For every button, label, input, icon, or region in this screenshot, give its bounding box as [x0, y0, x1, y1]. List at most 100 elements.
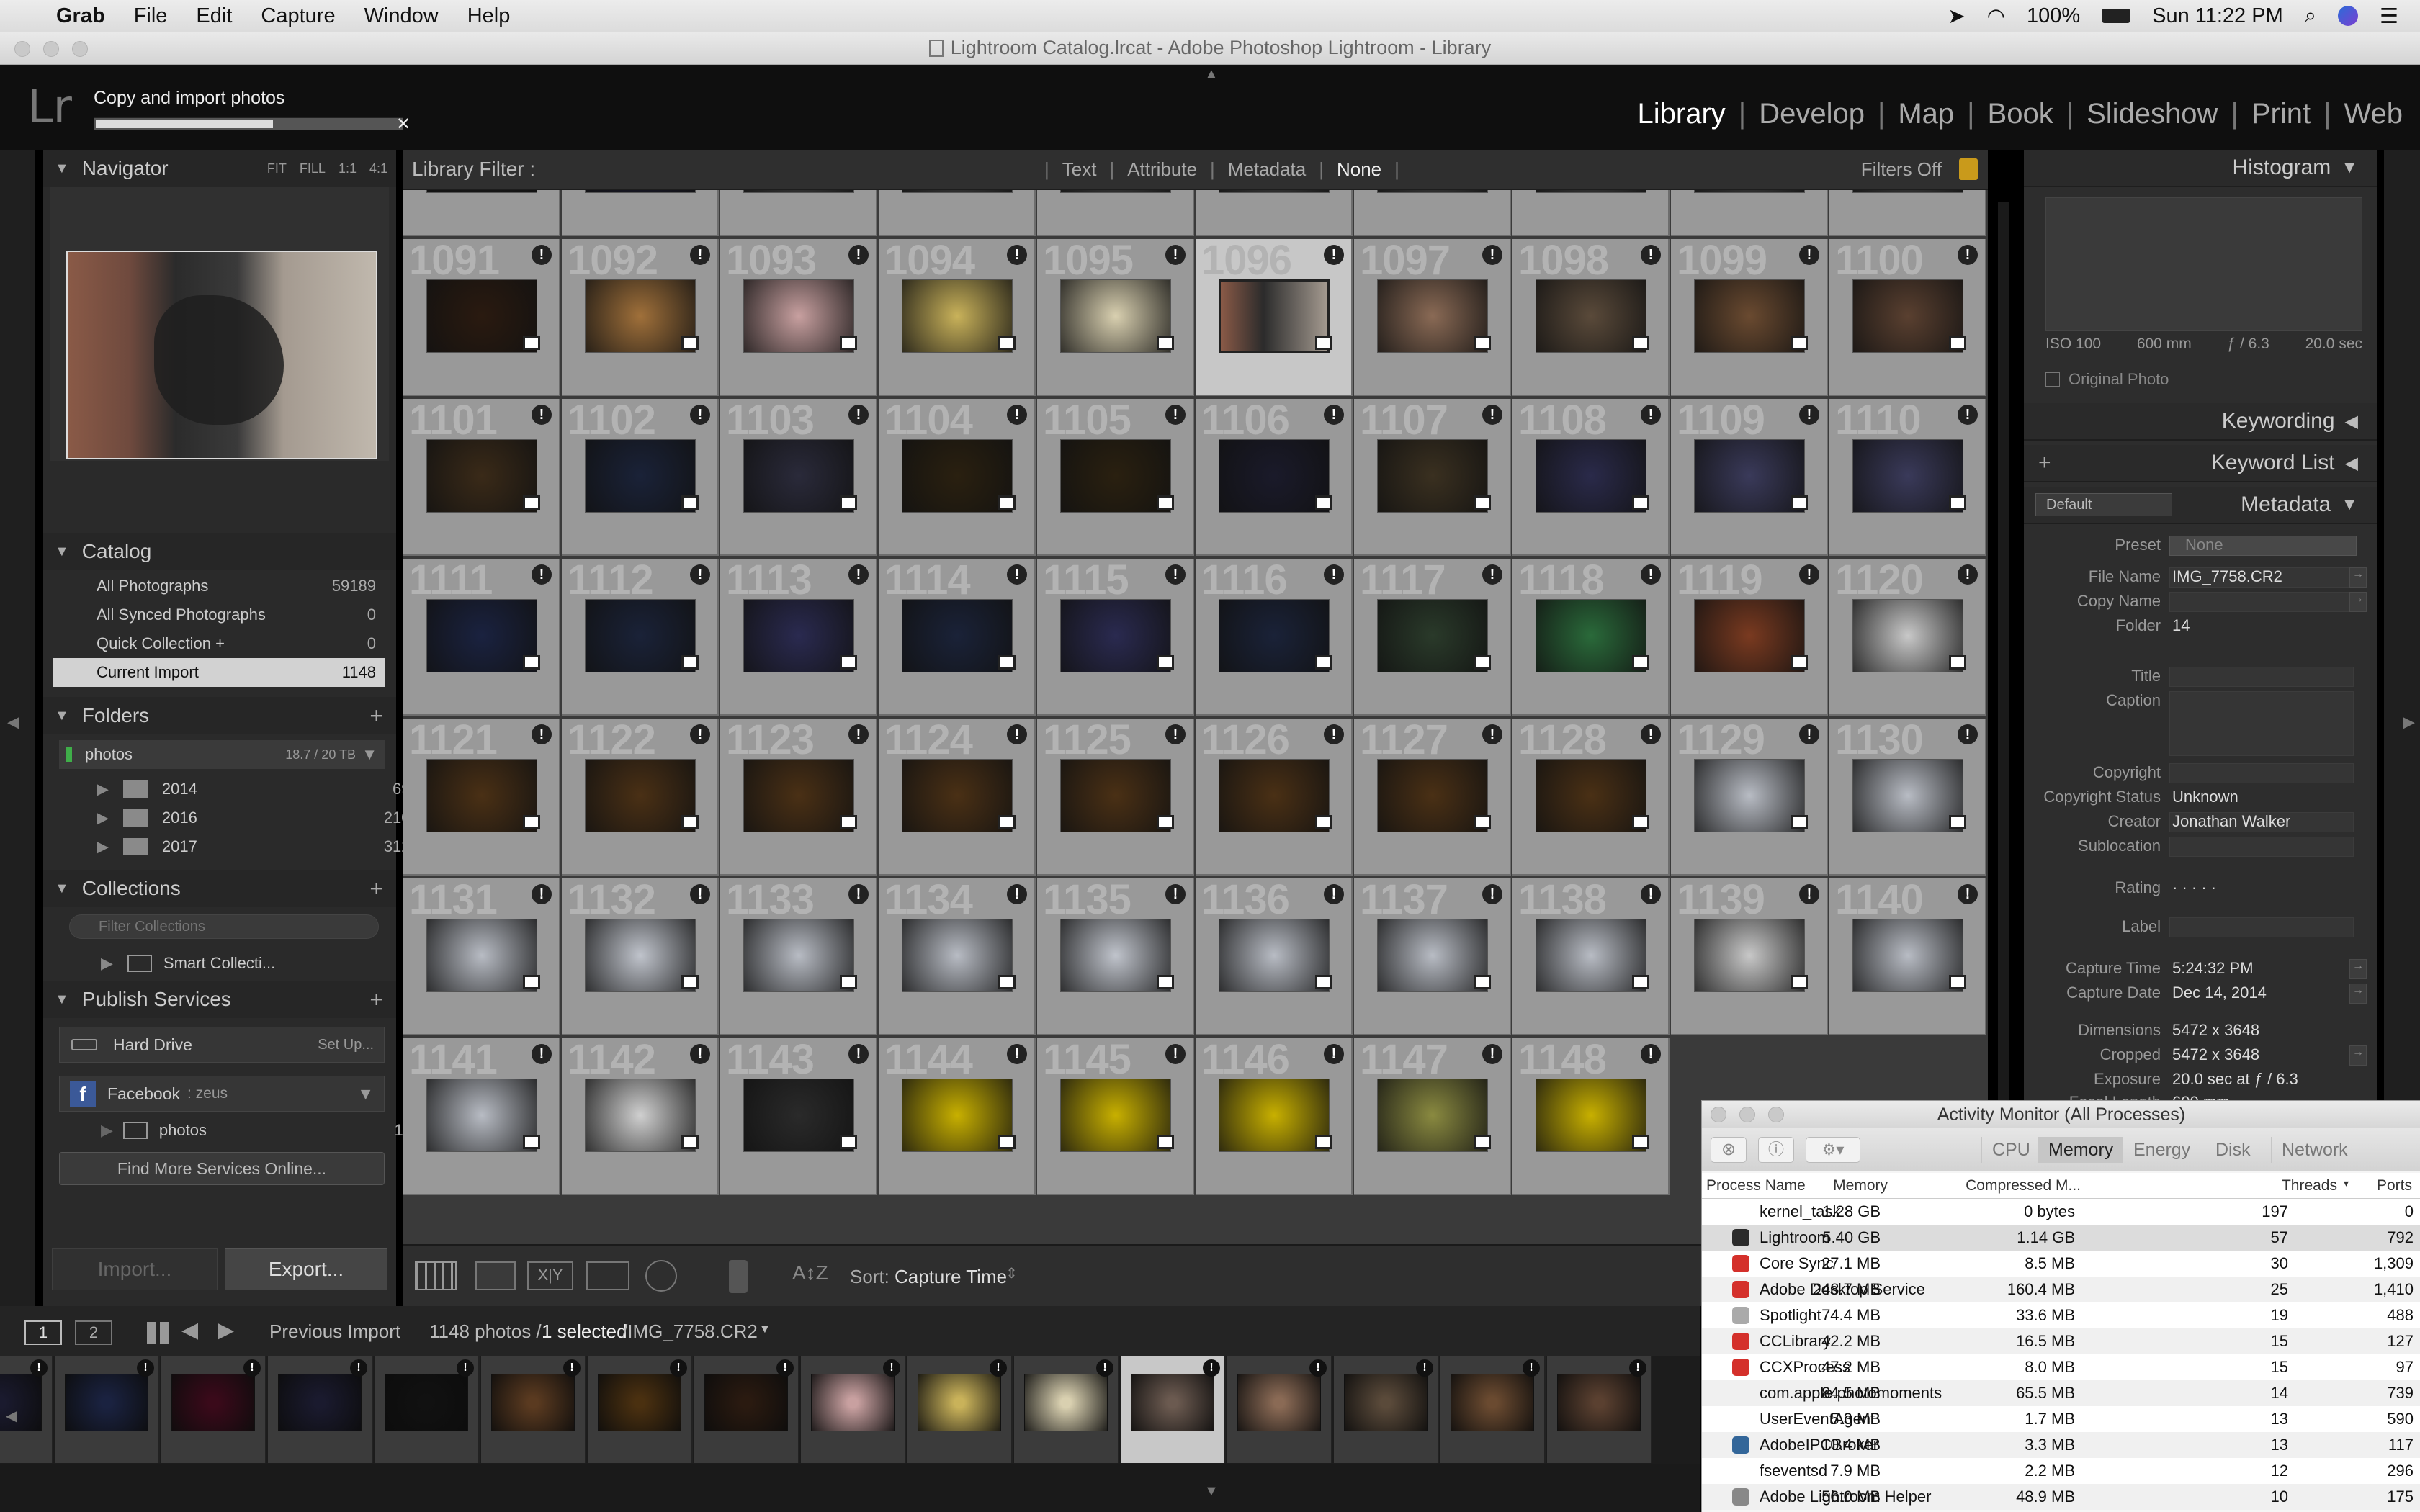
compare-view-icon[interactable]: X|Y	[527, 1261, 573, 1290]
filmstrip-item[interactable]: !	[1121, 1356, 1226, 1463]
filmstrip-thumbnail[interactable]	[811, 1374, 895, 1431]
missing-preview-badge-icon[interactable]: !	[1799, 405, 1819, 425]
metadata-view-select[interactable]: Default	[2035, 493, 2172, 516]
missing-preview-badge-icon[interactable]: !	[532, 884, 552, 904]
folder-item-2014[interactable]: ▶20146975	[97, 775, 428, 804]
sort-direction-icon[interactable]: A↕Z	[792, 1261, 828, 1284]
menu-help[interactable]: Help	[467, 4, 511, 28]
metadata-value[interactable]: Dec 14, 2014	[2172, 984, 2267, 1002]
missing-preview-badge-icon[interactable]: !	[776, 1359, 794, 1377]
siri-icon[interactable]	[2338, 6, 2358, 26]
missing-preview-badge-icon[interactable]: !	[1165, 1044, 1186, 1064]
process-row[interactable]: UserEventAgent 5.3 MB 1.7 MB 13 590	[1702, 1406, 2420, 1432]
catalog-item-quick-collection[interactable]: Quick Collection + 0	[53, 629, 385, 658]
missing-preview-badge-icon[interactable]: !	[1165, 245, 1186, 265]
grid-cell[interactable]: 1091!	[403, 237, 560, 396]
photo-thumbnail[interactable]	[1219, 439, 1330, 513]
photo-thumbnail[interactable]	[1536, 759, 1646, 832]
missing-preview-badge-icon[interactable]: !	[1482, 724, 1502, 744]
grid-cell[interactable]: 1142!	[562, 1036, 719, 1195]
missing-preview-badge-icon[interactable]: !	[1165, 724, 1186, 744]
filmstrip-item[interactable]: !	[588, 1356, 693, 1463]
grid-cell[interactable]: 1105!	[1037, 397, 1194, 556]
cancel-import-icon[interactable]: ✕	[396, 114, 411, 135]
metadata-action-icon[interactable]: →	[2349, 984, 2367, 1004]
filmstrip-thumbnail[interactable]	[65, 1374, 148, 1431]
photo-thumbnail[interactable]	[902, 1079, 1013, 1152]
original-photo-toggle[interactable]: Original Photo	[2045, 370, 2169, 389]
filmstrip-item[interactable]: !	[694, 1356, 799, 1463]
grid-cell[interactable]: 1141!	[403, 1036, 560, 1195]
photo-thumbnail[interactable]	[426, 599, 537, 672]
filmstrip-thumbnail[interactable]	[918, 1374, 1001, 1431]
photo-thumbnail[interactable]	[1536, 599, 1646, 672]
expand-triangle-icon[interactable]: ▶	[97, 837, 109, 856]
photo-thumbnail[interactable]	[1536, 1079, 1646, 1152]
photo-thumbnail[interactable]	[1377, 759, 1488, 832]
grid-cell[interactable]: 1145!	[1037, 1036, 1194, 1195]
photo-thumbnail[interactable]	[585, 279, 696, 353]
missing-preview-badge-icon[interactable]: !	[690, 724, 710, 744]
close-window-button[interactable]	[14, 41, 30, 57]
photo-thumbnail[interactable]	[585, 919, 696, 992]
volume-photos[interactable]: photos 18.7 / 20 TB ▼	[59, 740, 385, 769]
missing-preview-badge-icon[interactable]: !	[350, 1359, 367, 1377]
module-library[interactable]: Library	[1638, 98, 1726, 130]
collapse-triangle-icon[interactable]: ▼	[2341, 158, 2358, 178]
tab-cpu[interactable]: CPU	[1981, 1137, 2040, 1163]
photo-thumbnail[interactable]	[1377, 919, 1488, 992]
col-memory[interactable]: Memory	[1833, 1177, 1888, 1194]
grid-cell[interactable]: 1123!	[720, 716, 877, 876]
grid-cell[interactable]: 1096!	[1196, 237, 1353, 396]
publish-services-header[interactable]: ▼ Publish Services +	[43, 981, 396, 1018]
main-window-button[interactable]: 1	[24, 1320, 62, 1345]
missing-preview-badge-icon[interactable]: !	[1007, 724, 1027, 744]
grid-cell[interactable]: 1117!	[1354, 557, 1511, 716]
missing-preview-badge-icon[interactable]: !	[1641, 724, 1661, 744]
missing-preview-badge-icon[interactable]: !	[1007, 884, 1027, 904]
missing-preview-badge-icon[interactable]: !	[1482, 405, 1502, 425]
expand-triangle-icon[interactable]: ◀	[2345, 453, 2358, 474]
grid-cell[interactable]: 1148!	[1512, 1036, 1670, 1195]
missing-preview-badge-icon[interactable]: !	[1203, 1359, 1220, 1377]
col-compressed[interactable]: Compressed M...	[1966, 1177, 2081, 1194]
missing-preview-badge-icon[interactable]: !	[1482, 245, 1502, 265]
process-row[interactable]: AdobeIPCBroker 10.4 MB 3.3 MB 13 117	[1702, 1432, 2420, 1458]
forward-arrow-icon[interactable]: ▶	[218, 1318, 234, 1343]
collapse-triangle-icon[interactable]: ▼	[55, 881, 69, 897]
collapse-triangle-icon[interactable]: ▼	[55, 991, 69, 1008]
filmstrip-item[interactable]: !	[1014, 1356, 1119, 1463]
tab-network[interactable]: Network	[2271, 1137, 2358, 1163]
grid-cell[interactable]: 1107!	[1354, 397, 1511, 556]
grid-cell[interactable]: 1095!	[1037, 237, 1194, 396]
photo-thumbnail[interactable]	[1219, 919, 1330, 992]
metadata-action-icon[interactable]: →	[2349, 567, 2367, 588]
grid-cell[interactable]: 1120!	[1829, 557, 1986, 716]
grid-cell[interactable]: 1136!	[1196, 876, 1353, 1035]
grid-cell[interactable]: 1115!	[1037, 557, 1194, 716]
painter-icon[interactable]	[729, 1260, 748, 1293]
metadata-action-icon[interactable]: →	[2349, 592, 2367, 612]
tab-disk[interactable]: Disk	[2205, 1137, 2261, 1163]
grid-cell[interactable]: 1127!	[1354, 716, 1511, 876]
photo-thumbnail[interactable]	[1219, 759, 1330, 832]
photo-thumbnail[interactable]	[1060, 1079, 1171, 1152]
filmstrip-thumbnail[interactable]	[1131, 1374, 1214, 1431]
photo-thumbnail[interactable]	[743, 439, 854, 513]
photo-thumbnail[interactable]	[585, 439, 696, 513]
add-keyword-icon[interactable]: +	[2038, 451, 2051, 475]
metadata-value[interactable]: 5472 x 3648	[2172, 1045, 2259, 1064]
col-process-name[interactable]: Process Name	[1706, 1177, 1806, 1194]
missing-preview-badge-icon[interactable]: !	[1958, 245, 1978, 265]
missing-preview-badge-icon[interactable]: !	[1482, 564, 1502, 585]
find-more-services-button[interactable]: Find More Services Online...	[59, 1152, 385, 1185]
module-web[interactable]: Web	[2344, 98, 2403, 130]
tab-memory[interactable]: Memory	[2038, 1137, 2124, 1163]
grid-cell[interactable]: 1134!	[879, 876, 1036, 1035]
navigator-preview-image[interactable]	[66, 251, 377, 459]
grid-cell[interactable]: 1133!	[720, 876, 877, 1035]
missing-preview-badge-icon[interactable]: !	[1958, 884, 1978, 904]
grid-cell[interactable]: 1092!	[562, 237, 719, 396]
missing-preview-badge-icon[interactable]: !	[1165, 564, 1186, 585]
missing-preview-badge-icon[interactable]: !	[1482, 1044, 1502, 1064]
